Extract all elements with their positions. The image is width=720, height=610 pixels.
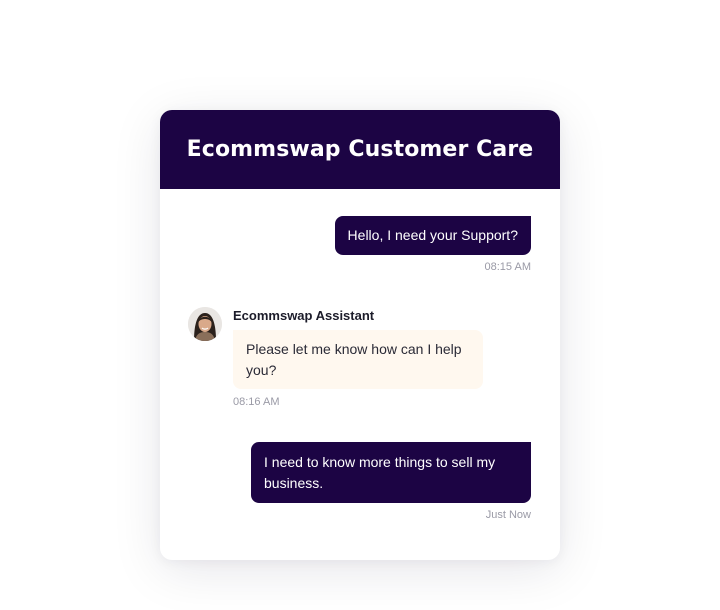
- assistant-message-bubble: Please let me know how can I help you?: [233, 330, 483, 389]
- user-message-bubble: Hello, I need your Support?: [334, 216, 531, 255]
- chat-messages[interactable]: Hello, I need your Support? 08:15 AM Eco…: [160, 189, 560, 560]
- chat-title: Ecommswap Customer Care: [186, 137, 534, 162]
- page: Ecommswap Customer Care Hello, I need yo…: [0, 0, 720, 610]
- message-timestamp: Just Now: [485, 509, 531, 521]
- user-message-bubble: I need to know more things to sell my bu…: [251, 442, 531, 503]
- message-timestamp: 08:15 AM: [484, 261, 531, 273]
- chat-header: Ecommswap Customer Care: [160, 110, 560, 189]
- assistant-avatar-image: [188, 307, 222, 341]
- assistant-name: Ecommswap Assistant: [233, 308, 375, 323]
- chat-widget: Ecommswap Customer Care Hello, I need yo…: [160, 110, 560, 560]
- message-timestamp: 08:16 AM: [233, 396, 280, 408]
- assistant-avatar: [188, 307, 222, 341]
